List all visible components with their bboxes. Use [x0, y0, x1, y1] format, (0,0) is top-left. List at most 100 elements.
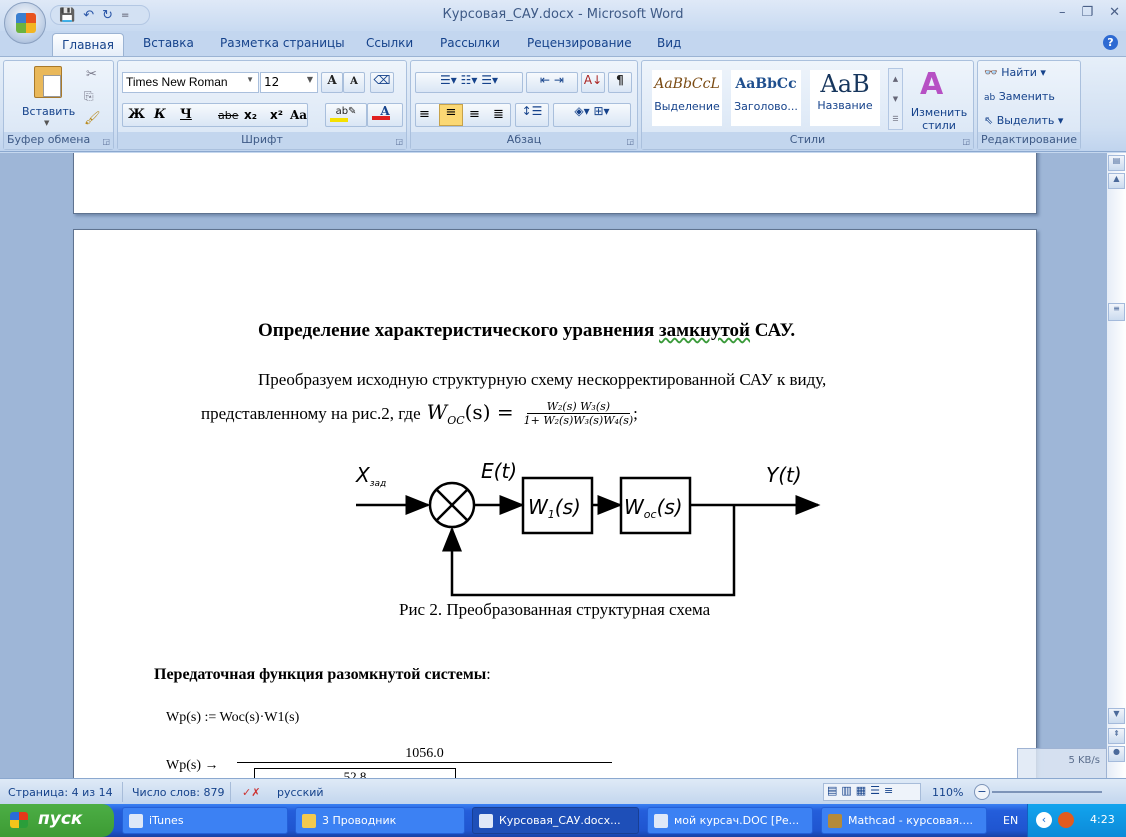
change-case-button[interactable]: Aa: [290, 108, 307, 122]
line-spacing-icon[interactable]: ↕☰: [515, 103, 549, 127]
clock[interactable]: 4:23: [1090, 813, 1115, 826]
customize-qat-button[interactable]: =: [121, 10, 129, 21]
previous-page: [73, 153, 1037, 214]
undo-icon[interactable]: ↶: [83, 8, 94, 23]
document-area[interactable]: Определение характеристического уравнени…: [0, 153, 1107, 778]
zoom-level[interactable]: 110%: [932, 786, 963, 799]
block2-label: Woc(s): [624, 495, 683, 521]
clear-formatting-icon[interactable]: ⌫: [370, 72, 394, 93]
ruler-toggle-icon[interactable]: ▤: [1108, 155, 1125, 171]
browse-object-button[interactable]: ●: [1108, 746, 1125, 762]
tray-app-icon[interactable]: [1058, 812, 1074, 828]
minimize-button[interactable]: –: [1059, 5, 1066, 20]
group-font: Times New Roman ▼ 12 ▼ A A ⌫ Ж К Ч abe x₂ …: [117, 60, 407, 150]
tab-mailings[interactable]: Рассылки: [440, 36, 500, 50]
underline-button[interactable]: Ч: [180, 107, 192, 122]
save-icon[interactable]: 💾: [59, 8, 75, 23]
subheading: Передаточная функция разомкнутой системы…: [154, 666, 491, 684]
change-styles-button[interactable]: Изменить стили: [906, 106, 972, 132]
vertical-scrollbar[interactable]: ▤ ▲ ≡ ▼ ⇞ ●: [1107, 153, 1126, 778]
italic-button[interactable]: К: [154, 107, 166, 122]
replace-button[interactable]: ab Заменить: [984, 90, 1055, 103]
scroll-thumb[interactable]: ≡: [1108, 303, 1125, 321]
paragraph-text: представленному на рис.2, где: [201, 403, 421, 423]
tab-view[interactable]: Вид: [657, 36, 681, 50]
indent-buttons[interactable]: ⇤ ⇥: [526, 72, 578, 93]
style-emphasis[interactable]: AaBbCcL Выделение: [652, 70, 722, 126]
help-icon[interactable]: ?: [1103, 35, 1118, 50]
font-size-combo[interactable]: 12 ▼: [260, 72, 318, 93]
subheading-colon: :: [486, 666, 491, 683]
taskbar-item-word-active[interactable]: Курсовая_САУ.docx...: [472, 807, 639, 834]
page-count[interactable]: Страница: 4 из 14: [8, 786, 113, 799]
align-left-icon[interactable]: ≡: [419, 107, 430, 122]
mathcad-result-lhs[interactable]: Wp(s) →: [166, 758, 219, 774]
language[interactable]: русский: [277, 786, 324, 799]
tray-arrow-icon[interactable]: ‹: [1036, 812, 1052, 828]
word-count[interactable]: Число слов: 879: [132, 786, 225, 799]
current-page[interactable]: Определение характеристического уравнени…: [73, 229, 1037, 778]
styles-gallery-scroll[interactable]: ▲ ▼ ☰: [888, 68, 903, 130]
mathcad-definition[interactable]: Wp(s) := Woc(s)·W1(s): [166, 710, 299, 726]
taskbar-item-word-doc[interactable]: мой курсач.DOC [Ре...: [647, 807, 813, 834]
format-painter-icon[interactable]: 🖌: [84, 111, 101, 126]
paragraph-line-1: Преобразуем исходную структурную схему н…: [258, 370, 827, 389]
tab-references[interactable]: Ссылки: [366, 36, 413, 50]
start-button[interactable]: пуск: [0, 804, 114, 837]
show-formatting-button[interactable]: ¶: [608, 72, 632, 93]
tab-home[interactable]: Главная: [52, 33, 124, 58]
view-buttons[interactable]: ▤▥▦☰≡: [823, 783, 921, 801]
paste-icon[interactable]: [34, 66, 62, 98]
style-title[interactable]: AaB Название: [810, 70, 880, 126]
taskbar-item-explorer[interactable]: 3 Проводник: [295, 807, 465, 834]
dialog-launcher-icon[interactable]: ◲: [962, 137, 970, 146]
dialog-launcher-icon[interactable]: ◲: [395, 137, 403, 146]
close-button[interactable]: ✕: [1109, 5, 1120, 20]
redo-icon[interactable]: ↻: [102, 8, 113, 23]
copy-icon[interactable]: ⎘: [84, 89, 94, 104]
subscript-button[interactable]: x₂: [244, 108, 257, 122]
block-diagram: Xзад E(t) W1(s) Woc(s) Y(t): [355, 459, 821, 597]
mathcad-icon: [828, 814, 842, 828]
font-name-combo[interactable]: Times New Roman ▼: [122, 72, 259, 93]
style-name: Заголово...: [734, 100, 798, 113]
scroll-down-button[interactable]: ▼: [1108, 708, 1125, 724]
prev-page-button[interactable]: ⇞: [1108, 728, 1125, 744]
tab-page-layout[interactable]: Разметка страницы: [220, 36, 345, 50]
dialog-launcher-icon[interactable]: ◲: [626, 137, 634, 146]
list-buttons[interactable]: ☰▾ ☷▾ ☰▾: [415, 72, 523, 93]
cut-icon[interactable]: ✂: [86, 67, 97, 82]
shrink-font-button[interactable]: A: [343, 72, 365, 93]
shading-borders-icon[interactable]: ◈▾ ⊞▾: [553, 103, 631, 127]
font-color-button[interactable]: A: [367, 103, 403, 127]
proofing-icon[interactable]: ✓✗: [242, 786, 260, 799]
font-size-value: 12: [264, 75, 280, 89]
strikethrough-button[interactable]: abe: [218, 109, 239, 122]
sort-icon[interactable]: A↓: [581, 72, 605, 93]
restore-button[interactable]: ❐: [1081, 5, 1093, 20]
tab-review[interactable]: Рецензирование: [527, 36, 632, 50]
find-button[interactable]: 👓 Найти ▾: [984, 66, 1046, 79]
itunes-icon: [129, 814, 143, 828]
superscript-button[interactable]: x²: [270, 108, 283, 122]
style-heading[interactable]: AaBbCc Заголово...: [731, 70, 801, 126]
select-button[interactable]: ⇖ Выделить ▾: [984, 114, 1063, 127]
align-center-icon[interactable]: ≡: [439, 104, 463, 126]
font-name-value: Times New Roman: [126, 75, 228, 89]
scroll-up-button[interactable]: ▲: [1108, 173, 1125, 189]
zoom-slider[interactable]: [992, 791, 1102, 793]
tab-insert[interactable]: Вставка: [143, 36, 194, 50]
grow-font-button[interactable]: A: [321, 72, 343, 93]
justify-icon[interactable]: ≣: [493, 107, 504, 122]
taskbar-item-itunes[interactable]: iTunes: [122, 807, 288, 834]
taskbar-item-mathcad[interactable]: Mathcad - курсовая....: [821, 807, 987, 834]
highlight-button[interactable]: ab✎: [325, 103, 367, 127]
style-sample: AaBbCcL: [654, 76, 720, 92]
office-button[interactable]: [4, 2, 46, 44]
dialog-launcher-icon[interactable]: ◲: [102, 137, 110, 146]
input-language[interactable]: EN: [1003, 814, 1018, 827]
zoom-out-button[interactable]: −: [974, 784, 990, 800]
bold-button[interactable]: Ж: [128, 107, 145, 122]
paste-button[interactable]: Вставить: [22, 105, 75, 118]
align-right-icon[interactable]: ≡: [469, 107, 480, 122]
